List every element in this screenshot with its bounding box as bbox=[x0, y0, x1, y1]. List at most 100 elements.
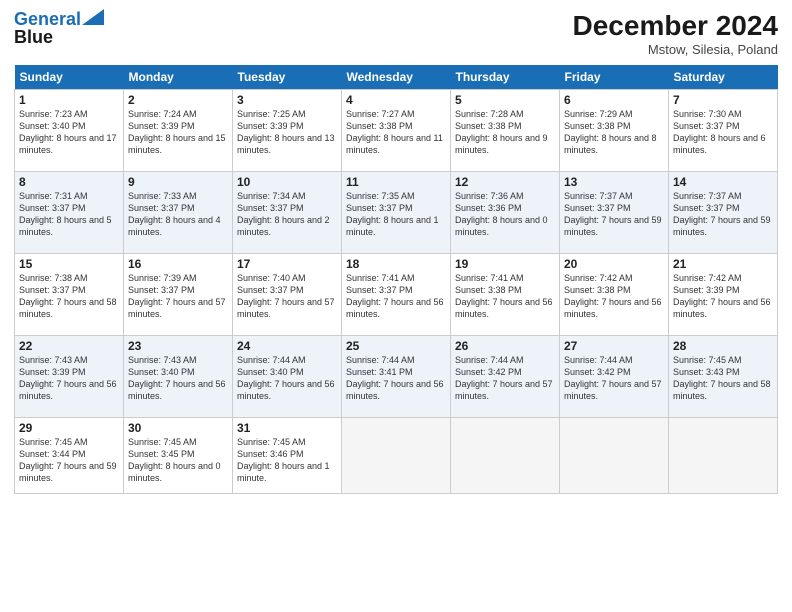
day-number: 14 bbox=[673, 175, 773, 189]
day-info: Sunrise: 7:44 AM Sunset: 3:41 PM Dayligh… bbox=[346, 354, 446, 403]
day-number: 1 bbox=[19, 93, 119, 107]
day-info: Sunrise: 7:37 AM Sunset: 3:37 PM Dayligh… bbox=[673, 190, 773, 239]
header: General Blue December 2024 Mstow, Silesi… bbox=[14, 10, 778, 57]
day-number: 20 bbox=[564, 257, 664, 271]
day-number: 10 bbox=[237, 175, 337, 189]
day-number: 29 bbox=[19, 421, 119, 435]
day-info: Sunrise: 7:43 AM Sunset: 3:40 PM Dayligh… bbox=[128, 354, 228, 403]
day-info: Sunrise: 7:23 AM Sunset: 3:40 PM Dayligh… bbox=[19, 108, 119, 157]
calendar-cell: 27 Sunrise: 7:44 AM Sunset: 3:42 PM Dayl… bbox=[560, 336, 669, 418]
calendar-cell: 9 Sunrise: 7:33 AM Sunset: 3:37 PM Dayli… bbox=[124, 172, 233, 254]
day-info: Sunrise: 7:35 AM Sunset: 3:37 PM Dayligh… bbox=[346, 190, 446, 239]
calendar-cell: 26 Sunrise: 7:44 AM Sunset: 3:42 PM Dayl… bbox=[451, 336, 560, 418]
calendar-cell: 14 Sunrise: 7:37 AM Sunset: 3:37 PM Dayl… bbox=[669, 172, 778, 254]
col-saturday: Saturday bbox=[669, 65, 778, 90]
day-info: Sunrise: 7:40 AM Sunset: 3:37 PM Dayligh… bbox=[237, 272, 337, 321]
main-container: General Blue December 2024 Mstow, Silesi… bbox=[0, 0, 792, 502]
calendar-cell: 31 Sunrise: 7:45 AM Sunset: 3:46 PM Dayl… bbox=[233, 418, 342, 494]
day-number: 17 bbox=[237, 257, 337, 271]
calendar-cell bbox=[560, 418, 669, 494]
day-info: Sunrise: 7:24 AM Sunset: 3:39 PM Dayligh… bbox=[128, 108, 228, 157]
day-info: Sunrise: 7:43 AM Sunset: 3:39 PM Dayligh… bbox=[19, 354, 119, 403]
day-info: Sunrise: 7:42 AM Sunset: 3:39 PM Dayligh… bbox=[673, 272, 773, 321]
day-number: 6 bbox=[564, 93, 664, 107]
calendar-week-5: 29 Sunrise: 7:45 AM Sunset: 3:44 PM Dayl… bbox=[15, 418, 778, 494]
col-sunday: Sunday bbox=[15, 65, 124, 90]
day-number: 7 bbox=[673, 93, 773, 107]
day-number: 23 bbox=[128, 339, 228, 353]
logo-line2: Blue bbox=[14, 28, 104, 48]
day-info: Sunrise: 7:30 AM Sunset: 3:37 PM Dayligh… bbox=[673, 108, 773, 157]
calendar-cell: 15 Sunrise: 7:38 AM Sunset: 3:37 PM Dayl… bbox=[15, 254, 124, 336]
day-info: Sunrise: 7:27 AM Sunset: 3:38 PM Dayligh… bbox=[346, 108, 446, 157]
calendar-cell: 11 Sunrise: 7:35 AM Sunset: 3:37 PM Dayl… bbox=[342, 172, 451, 254]
day-number: 15 bbox=[19, 257, 119, 271]
day-number: 13 bbox=[564, 175, 664, 189]
col-wednesday: Wednesday bbox=[342, 65, 451, 90]
calendar-cell: 30 Sunrise: 7:45 AM Sunset: 3:45 PM Dayl… bbox=[124, 418, 233, 494]
calendar-cell: 3 Sunrise: 7:25 AM Sunset: 3:39 PM Dayli… bbox=[233, 90, 342, 172]
day-info: Sunrise: 7:41 AM Sunset: 3:37 PM Dayligh… bbox=[346, 272, 446, 321]
day-info: Sunrise: 7:29 AM Sunset: 3:38 PM Dayligh… bbox=[564, 108, 664, 157]
calendar-cell: 20 Sunrise: 7:42 AM Sunset: 3:38 PM Dayl… bbox=[560, 254, 669, 336]
day-number: 30 bbox=[128, 421, 228, 435]
calendar-cell: 25 Sunrise: 7:44 AM Sunset: 3:41 PM Dayl… bbox=[342, 336, 451, 418]
calendar-cell: 7 Sunrise: 7:30 AM Sunset: 3:37 PM Dayli… bbox=[669, 90, 778, 172]
day-info: Sunrise: 7:38 AM Sunset: 3:37 PM Dayligh… bbox=[19, 272, 119, 321]
day-info: Sunrise: 7:44 AM Sunset: 3:42 PM Dayligh… bbox=[564, 354, 664, 403]
day-number: 18 bbox=[346, 257, 446, 271]
calendar-week-1: 1 Sunrise: 7:23 AM Sunset: 3:40 PM Dayli… bbox=[15, 90, 778, 172]
calendar-cell: 2 Sunrise: 7:24 AM Sunset: 3:39 PM Dayli… bbox=[124, 90, 233, 172]
day-number: 26 bbox=[455, 339, 555, 353]
calendar-cell: 8 Sunrise: 7:31 AM Sunset: 3:37 PM Dayli… bbox=[15, 172, 124, 254]
calendar-cell: 1 Sunrise: 7:23 AM Sunset: 3:40 PM Dayli… bbox=[15, 90, 124, 172]
day-number: 12 bbox=[455, 175, 555, 189]
day-number: 9 bbox=[128, 175, 228, 189]
logo-icon bbox=[82, 9, 104, 25]
calendar-cell: 16 Sunrise: 7:39 AM Sunset: 3:37 PM Dayl… bbox=[124, 254, 233, 336]
calendar-week-4: 22 Sunrise: 7:43 AM Sunset: 3:39 PM Dayl… bbox=[15, 336, 778, 418]
day-number: 21 bbox=[673, 257, 773, 271]
day-info: Sunrise: 7:25 AM Sunset: 3:39 PM Dayligh… bbox=[237, 108, 337, 157]
calendar-cell: 23 Sunrise: 7:43 AM Sunset: 3:40 PM Dayl… bbox=[124, 336, 233, 418]
day-number: 19 bbox=[455, 257, 555, 271]
col-thursday: Thursday bbox=[451, 65, 560, 90]
header-row: Sunday Monday Tuesday Wednesday Thursday… bbox=[15, 65, 778, 90]
day-number: 5 bbox=[455, 93, 555, 107]
calendar-cell bbox=[451, 418, 560, 494]
calendar-cell: 17 Sunrise: 7:40 AM Sunset: 3:37 PM Dayl… bbox=[233, 254, 342, 336]
day-info: Sunrise: 7:31 AM Sunset: 3:37 PM Dayligh… bbox=[19, 190, 119, 239]
title-section: December 2024 Mstow, Silesia, Poland bbox=[573, 10, 778, 57]
col-friday: Friday bbox=[560, 65, 669, 90]
day-number: 2 bbox=[128, 93, 228, 107]
calendar-cell: 24 Sunrise: 7:44 AM Sunset: 3:40 PM Dayl… bbox=[233, 336, 342, 418]
day-number: 16 bbox=[128, 257, 228, 271]
day-number: 11 bbox=[346, 175, 446, 189]
day-number: 22 bbox=[19, 339, 119, 353]
day-number: 27 bbox=[564, 339, 664, 353]
calendar-cell: 19 Sunrise: 7:41 AM Sunset: 3:38 PM Dayl… bbox=[451, 254, 560, 336]
calendar-cell: 10 Sunrise: 7:34 AM Sunset: 3:37 PM Dayl… bbox=[233, 172, 342, 254]
calendar-cell: 4 Sunrise: 7:27 AM Sunset: 3:38 PM Dayli… bbox=[342, 90, 451, 172]
day-number: 3 bbox=[237, 93, 337, 107]
day-number: 24 bbox=[237, 339, 337, 353]
day-info: Sunrise: 7:36 AM Sunset: 3:36 PM Dayligh… bbox=[455, 190, 555, 239]
day-info: Sunrise: 7:28 AM Sunset: 3:38 PM Dayligh… bbox=[455, 108, 555, 157]
col-monday: Monday bbox=[124, 65, 233, 90]
day-number: 31 bbox=[237, 421, 337, 435]
month-title: December 2024 bbox=[573, 10, 778, 42]
day-info: Sunrise: 7:44 AM Sunset: 3:40 PM Dayligh… bbox=[237, 354, 337, 403]
calendar-cell: 6 Sunrise: 7:29 AM Sunset: 3:38 PM Dayli… bbox=[560, 90, 669, 172]
day-info: Sunrise: 7:34 AM Sunset: 3:37 PM Dayligh… bbox=[237, 190, 337, 239]
calendar-week-3: 15 Sunrise: 7:38 AM Sunset: 3:37 PM Dayl… bbox=[15, 254, 778, 336]
day-info: Sunrise: 7:33 AM Sunset: 3:37 PM Dayligh… bbox=[128, 190, 228, 239]
day-info: Sunrise: 7:41 AM Sunset: 3:38 PM Dayligh… bbox=[455, 272, 555, 321]
logo: General Blue bbox=[14, 10, 104, 48]
calendar-cell: 12 Sunrise: 7:36 AM Sunset: 3:36 PM Dayl… bbox=[451, 172, 560, 254]
calendar-cell bbox=[669, 418, 778, 494]
location: Mstow, Silesia, Poland bbox=[573, 42, 778, 57]
day-info: Sunrise: 7:42 AM Sunset: 3:38 PM Dayligh… bbox=[564, 272, 664, 321]
day-info: Sunrise: 7:45 AM Sunset: 3:46 PM Dayligh… bbox=[237, 436, 337, 485]
calendar-cell: 13 Sunrise: 7:37 AM Sunset: 3:37 PM Dayl… bbox=[560, 172, 669, 254]
calendar-cell: 18 Sunrise: 7:41 AM Sunset: 3:37 PM Dayl… bbox=[342, 254, 451, 336]
